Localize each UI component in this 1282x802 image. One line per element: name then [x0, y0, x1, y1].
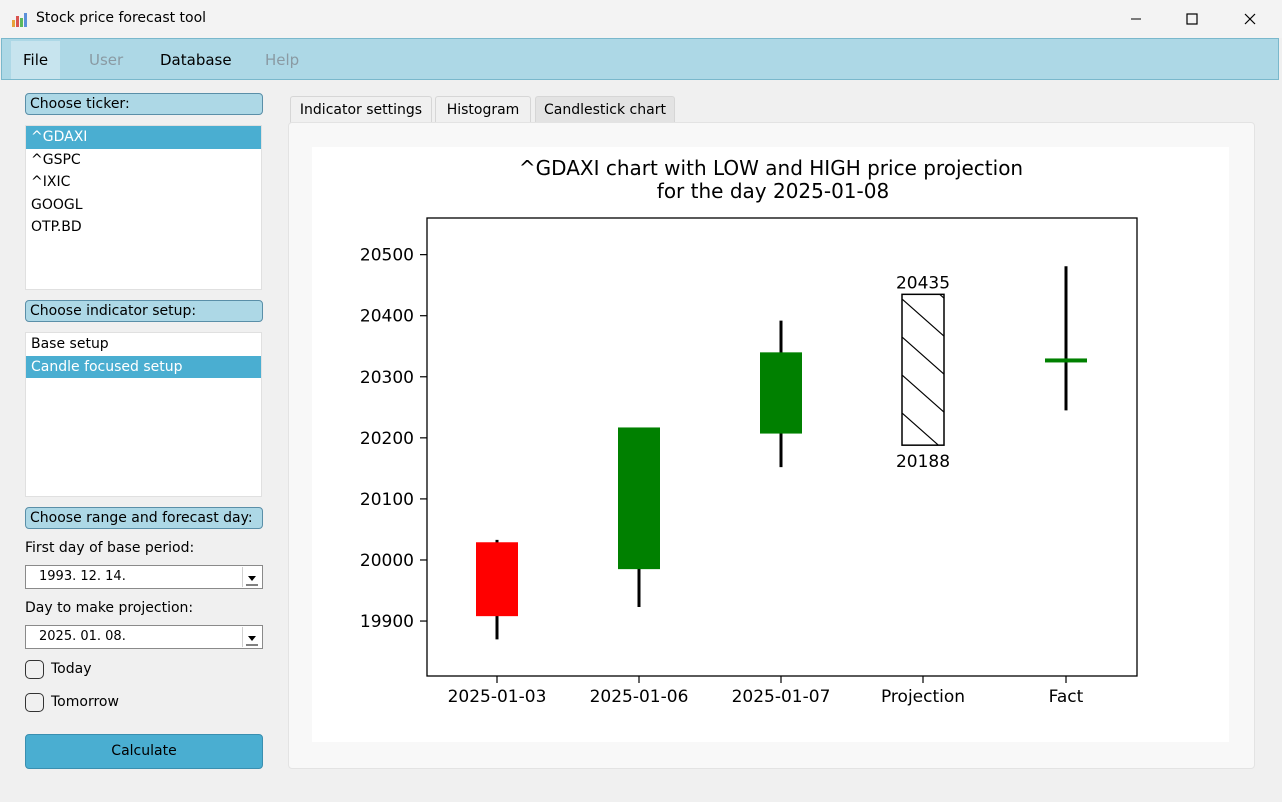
- fact-body: [1045, 358, 1087, 363]
- ticker-item[interactable]: ^GSPC: [26, 149, 261, 172]
- calculate-button[interactable]: Calculate: [25, 734, 263, 769]
- first-day-value: 1993. 12. 14.: [39, 569, 126, 584]
- ticker-item[interactable]: ^IXIC: [26, 171, 261, 194]
- x-tick-label: Projection: [881, 687, 965, 707]
- first-day-dropdown-button[interactable]: [242, 567, 261, 587]
- indicator-setup-list[interactable]: Base setup Candle focused setup: [25, 332, 262, 497]
- candlestick-chart: ^GDAXI chart with LOW and HIGH price pro…: [360, 156, 1138, 707]
- projection-high-label: 20435: [896, 273, 950, 293]
- ticker-section-label: Choose ticker:: [25, 93, 263, 115]
- menu-help[interactable]: Help: [253, 41, 311, 79]
- x-tick-label: Fact: [1049, 687, 1084, 707]
- menu-bar: File User Database Help: [1, 38, 1279, 80]
- indicator-section-label: Choose indicator setup:: [25, 300, 263, 322]
- close-button[interactable]: [1221, 0, 1279, 38]
- chart-canvas: ^GDAXI chart with LOW and HIGH price pro…: [312, 147, 1229, 742]
- y-tick-label: 19900: [360, 612, 414, 632]
- minimize-button[interactable]: [1107, 0, 1165, 38]
- app-icon: [12, 13, 27, 27]
- projection-day-value: 2025. 01. 08.: [39, 629, 126, 644]
- first-day-label: First day of base period:: [25, 540, 195, 556]
- chevron-down-icon: [246, 636, 258, 646]
- chart-marks: 20435 20188: [476, 266, 1087, 640]
- window-title: Stock price forecast tool: [36, 10, 207, 26]
- y-tick-label: 20300: [360, 368, 414, 388]
- chevron-down-icon: [246, 576, 258, 586]
- menu-user[interactable]: User: [77, 41, 135, 79]
- y-tick-label: 20000: [360, 551, 414, 571]
- projection-day-datepicker[interactable]: 2025. 01. 08.: [25, 625, 263, 649]
- ticker-item[interactable]: ^GDAXI: [26, 126, 261, 149]
- tab-histogram[interactable]: Histogram: [435, 96, 531, 123]
- tomorrow-label: Tomorrow: [51, 694, 119, 710]
- menu-database[interactable]: Database: [148, 41, 244, 79]
- tomorrow-checkbox[interactable]: [25, 693, 44, 712]
- y-axis: 19900 20000 20100 20200 20300 20400 20500: [360, 246, 427, 632]
- projection-day-dropdown-button[interactable]: [242, 627, 261, 647]
- setup-item[interactable]: Candle focused setup: [26, 355, 261, 378]
- candle-body: [476, 542, 518, 617]
- x-axis: 2025-01-03 2025-01-06 2025-01-07 Projection…: [448, 676, 1084, 707]
- projection-low-label: 20188: [896, 452, 950, 472]
- menu-file[interactable]: File: [11, 41, 61, 79]
- range-section-label: Choose range and forecast day:: [25, 507, 263, 529]
- projection-day-label: Day to make projection:: [25, 600, 194, 616]
- ticker-list[interactable]: ^GDAXI ^GSPC ^IXIC GOOGL OTP.BD: [25, 125, 262, 290]
- projection-box: [901, 293, 945, 446]
- first-day-datepicker[interactable]: 1993. 12. 14.: [25, 565, 263, 589]
- title-bar: Stock price forecast tool: [0, 0, 1282, 38]
- chart-title-line1: ^GDAXI chart with LOW and HIGH price pro…: [519, 156, 1023, 180]
- candle-body: [760, 352, 802, 434]
- x-tick-label: 2025-01-03: [448, 687, 547, 707]
- x-tick-label: 2025-01-07: [732, 687, 831, 707]
- y-tick-label: 20100: [360, 490, 414, 510]
- tab-indicator-settings[interactable]: Indicator settings: [290, 96, 432, 123]
- y-tick-label: 20200: [360, 429, 414, 449]
- chart-title-line2: for the day 2025-01-08: [657, 179, 889, 203]
- setup-item[interactable]: Base setup: [26, 333, 261, 356]
- close-icon: [1244, 13, 1256, 25]
- candle-body: [618, 427, 660, 570]
- ticker-item[interactable]: OTP.BD: [26, 216, 261, 239]
- ticker-item[interactable]: GOOGL: [26, 194, 261, 217]
- tab-candlestick-chart[interactable]: Candlestick chart: [535, 96, 675, 123]
- today-checkbox[interactable]: [25, 660, 44, 679]
- y-tick-label: 20500: [360, 246, 414, 266]
- today-label: Today: [51, 661, 92, 677]
- x-tick-label: 2025-01-06: [590, 687, 689, 707]
- maximize-icon: [1186, 13, 1198, 25]
- y-tick-label: 20400: [360, 307, 414, 327]
- minimize-icon: [1131, 18, 1141, 20]
- maximize-button[interactable]: [1163, 0, 1221, 38]
